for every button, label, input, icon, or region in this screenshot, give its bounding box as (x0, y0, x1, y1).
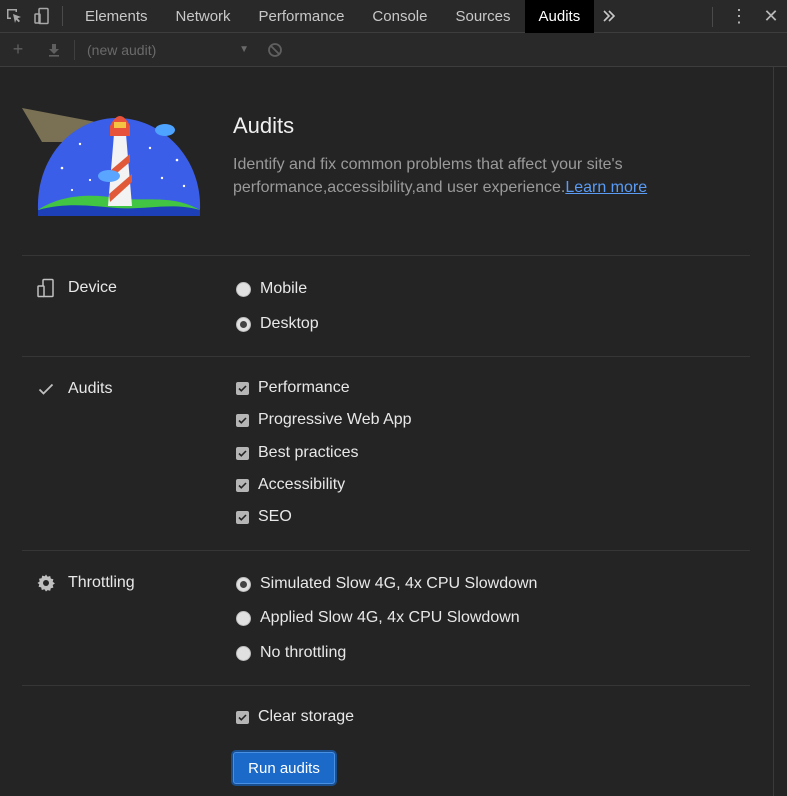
tab-sources[interactable]: Sources (441, 0, 524, 33)
tab-separator (62, 6, 63, 26)
checkbox[interactable] (236, 381, 249, 395)
device-icon (36, 278, 56, 298)
checkbox-performance[interactable]: Performance (236, 379, 350, 397)
checkbox[interactable] (236, 710, 249, 724)
throttling-label: Throttling (68, 574, 135, 591)
device-section-label: Device (36, 278, 117, 298)
radio-simulated-slow-4g[interactable]: Simulated Slow 4G, 4x CPU Slowdown (236, 575, 537, 593)
checkbox[interactable] (236, 446, 249, 460)
radio-button[interactable] (236, 576, 251, 592)
download-icon[interactable] (36, 33, 72, 67)
audit-select-value: (new audit) (87, 41, 157, 58)
audit-select[interactable]: (new audit) ▼ (77, 38, 257, 62)
toolbar-separator (74, 39, 75, 60)
radio-label: Applied Slow 4G, 4x CPU Slowdown (260, 609, 520, 626)
radio-button[interactable] (236, 610, 251, 626)
more-tabs-icon[interactable] (594, 0, 624, 33)
audits-label: Audits (68, 380, 113, 397)
radio-mobile[interactable]: Mobile (236, 280, 307, 298)
throttling-section-label: Throttling (36, 573, 135, 593)
audits-section-label: Audits (36, 379, 112, 399)
tab-network[interactable]: Network (162, 0, 245, 33)
checkbox-label: SEO (258, 508, 292, 525)
device-toolbar-icon[interactable] (28, 0, 56, 33)
lighthouse-logo (22, 98, 204, 216)
learn-more-link[interactable]: Learn more (565, 179, 647, 196)
checkbox-progressive-web-app[interactable]: Progressive Web App (236, 411, 412, 429)
tab-separator (712, 6, 713, 27)
device-label: Device (68, 279, 117, 296)
radio-applied-slow-4g[interactable]: Applied Slow 4G, 4x CPU Slowdown (236, 609, 520, 627)
scrollbar-track[interactable] (773, 67, 787, 796)
inspect-element-icon[interactable] (0, 0, 28, 33)
section-divider (22, 255, 750, 256)
checkbox[interactable] (236, 478, 249, 492)
checkbox-accessibility[interactable]: Accessibility (236, 476, 345, 494)
page-description: Identify and fix common problems that af… (233, 153, 693, 199)
radio-label: Mobile (260, 280, 308, 297)
add-icon[interactable]: + (0, 33, 36, 67)
checkbox-clear-storage[interactable]: Clear storage (236, 708, 354, 726)
radio-label: No throttling (260, 644, 347, 661)
dropdown-arrow-icon: ▼ (239, 44, 249, 55)
clear-block-icon[interactable] (257, 33, 293, 67)
radio-button[interactable] (236, 281, 251, 297)
section-divider (22, 550, 750, 551)
radio-desktop[interactable]: Desktop (236, 315, 319, 333)
checkbox-label: Progressive Web App (258, 411, 412, 428)
tab-audits[interactable]: Audits (524, 0, 595, 33)
checkbox-best-practices[interactable]: Best practices (236, 444, 358, 462)
section-divider (22, 685, 750, 686)
checkmark-icon (36, 379, 56, 399)
checkbox-label: Best practices (258, 444, 359, 461)
tab-performance[interactable]: Performance (245, 0, 359, 33)
tab-bar-right-controls: ⋮ ✕ (712, 0, 787, 33)
checkbox-label: Performance (258, 379, 350, 396)
checkbox-seo[interactable]: SEO (236, 508, 292, 526)
run-audits-button[interactable]: Run audits (233, 752, 335, 784)
checkbox-label: Accessibility (258, 476, 346, 493)
radio-label: Simulated Slow 4G, 4x CPU Slowdown (260, 575, 538, 592)
checkbox[interactable] (236, 510, 249, 524)
tab-console[interactable]: Console (358, 0, 441, 33)
kebab-menu-icon[interactable]: ⋮ (723, 0, 755, 33)
devtools-tab-bar: Elements Network Performance Console Sou… (0, 0, 787, 33)
close-icon[interactable]: ✕ (755, 0, 787, 33)
checkbox[interactable] (236, 413, 249, 427)
radio-button[interactable] (236, 316, 251, 332)
tab-elements[interactable]: Elements (71, 0, 162, 33)
radio-label: Desktop (260, 315, 319, 332)
radio-no-throttling[interactable]: No throttling (236, 644, 346, 662)
section-divider (22, 356, 750, 357)
page-title: Audits (233, 113, 295, 138)
checkbox-label: Clear storage (258, 708, 355, 725)
gear-icon (36, 573, 56, 593)
audits-toolbar: + (new audit) ▼ (0, 33, 787, 67)
radio-button[interactable] (236, 645, 251, 661)
